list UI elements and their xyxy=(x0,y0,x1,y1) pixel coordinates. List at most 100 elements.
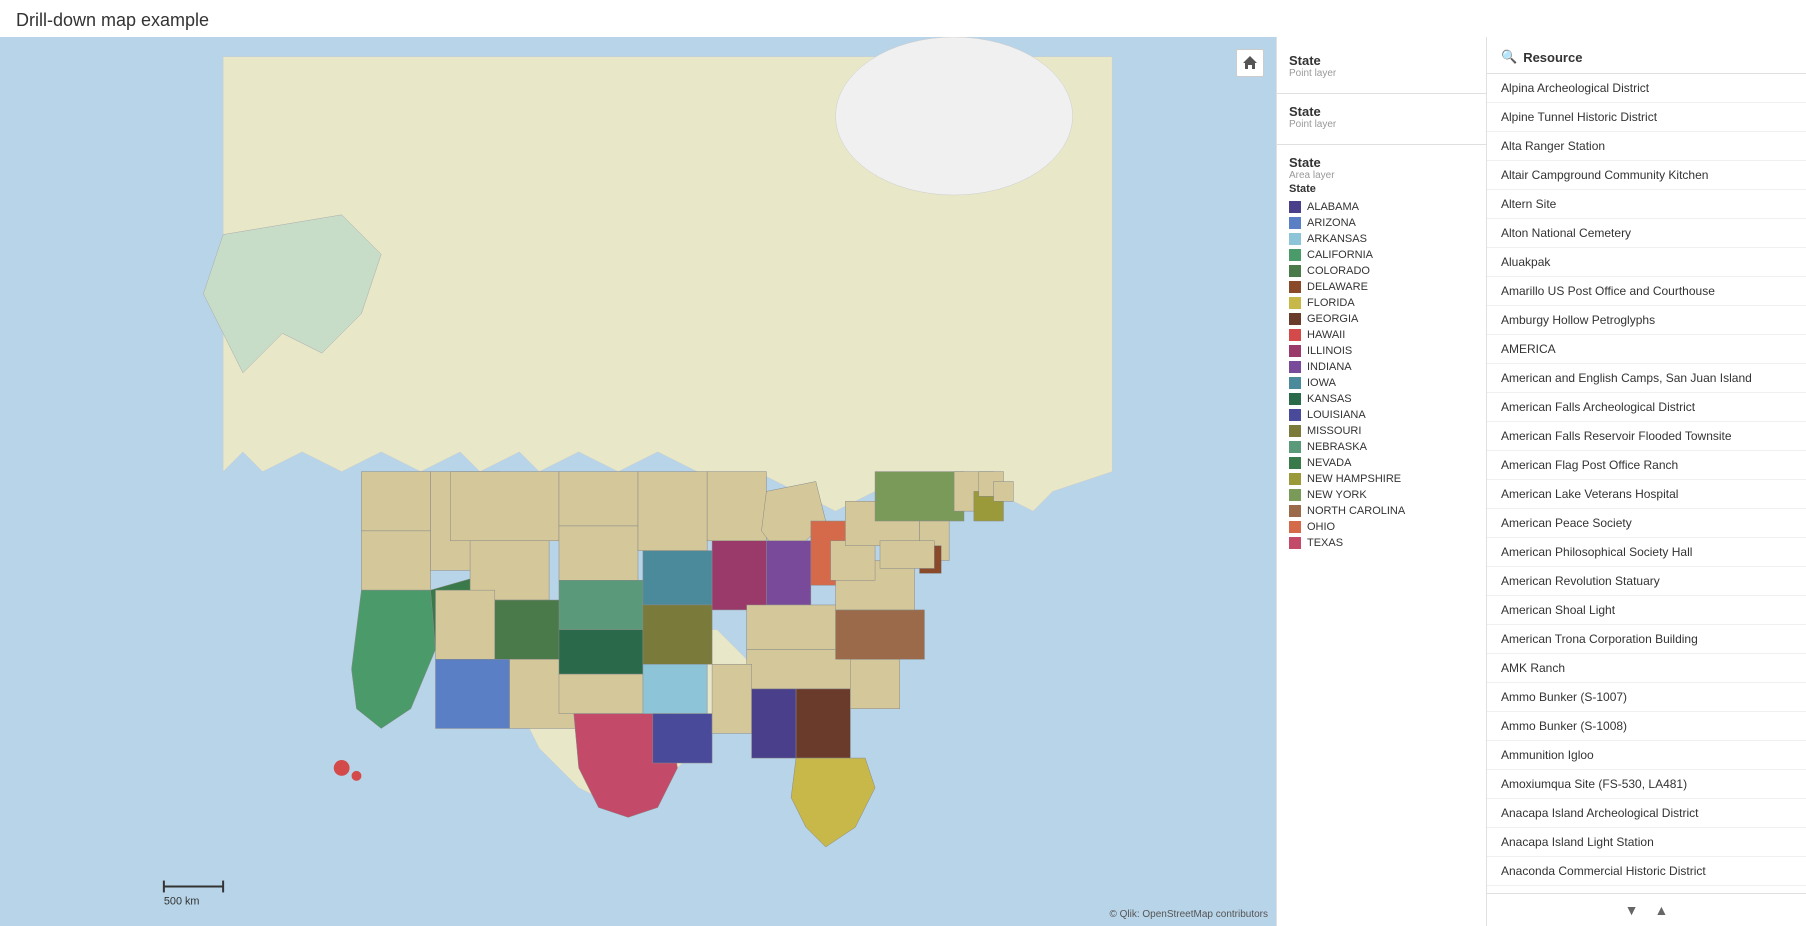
legend-item[interactable]: COLORADO xyxy=(1289,263,1474,279)
legend-panel: State Point layer State Point layer Stat… xyxy=(1276,37,1486,926)
resource-list-item[interactable]: Amarillo US Post Office and Courthouse xyxy=(1487,277,1806,306)
legend-color-swatch xyxy=(1289,329,1301,341)
legend-item[interactable]: LOUISIANA xyxy=(1289,407,1474,423)
legend-area-layer: State Area layer State ALABAMAARIZONAARK… xyxy=(1277,149,1486,557)
resource-list-item[interactable]: American Trona Corporation Building xyxy=(1487,625,1806,654)
legend-item[interactable]: NEBRASKA xyxy=(1289,439,1474,455)
legend-item[interactable]: ARKANSAS xyxy=(1289,231,1474,247)
resource-list-item[interactable]: American Flag Post Office Ranch xyxy=(1487,451,1806,480)
legend-point-layer-2: State Point layer xyxy=(1277,98,1486,140)
legend-item[interactable]: KANSAS xyxy=(1289,391,1474,407)
legend-item[interactable]: FLORIDA xyxy=(1289,295,1474,311)
legend-item-label: TEXAS xyxy=(1307,537,1343,549)
legend-color-swatch xyxy=(1289,505,1301,517)
legend-color-swatch xyxy=(1289,345,1301,357)
resource-list[interactable]: Alpina Archeological DistrictAlpine Tunn… xyxy=(1487,74,1806,893)
main-content: 500 km © Qlik: OpenStreetMap contributor… xyxy=(0,37,1806,926)
resource-header-title: Resource xyxy=(1523,50,1582,65)
legend-item-label: COLORADO xyxy=(1307,265,1370,277)
resource-list-item[interactable]: American Philosophical Society Hall xyxy=(1487,538,1806,567)
scroll-down-button[interactable]: ▼ xyxy=(1621,900,1643,920)
resource-list-item[interactable]: Aluakpak xyxy=(1487,248,1806,277)
resource-list-item[interactable]: Ammo Bunker (S-1007) xyxy=(1487,683,1806,712)
resource-list-item[interactable]: Ammo Bunker (S-1008) xyxy=(1487,712,1806,741)
resource-list-item[interactable]: American Revolution Statuary xyxy=(1487,567,1806,596)
map-area[interactable]: 500 km © Qlik: OpenStreetMap contributor… xyxy=(0,37,1276,926)
resource-list-item[interactable]: Alta Ranger Station xyxy=(1487,132,1806,161)
legend-color-swatch xyxy=(1289,265,1301,277)
legend-item[interactable]: DELAWARE xyxy=(1289,279,1474,295)
resource-list-item[interactable]: American Lake Veterans Hospital xyxy=(1487,480,1806,509)
resource-list-item[interactable]: Anaconda Commercial Historic District xyxy=(1487,857,1806,886)
resource-list-item[interactable]: American Falls Archeological District xyxy=(1487,393,1806,422)
legend-item-label: FLORIDA xyxy=(1307,297,1355,309)
search-icon: 🔍 xyxy=(1501,49,1517,65)
scroll-up-button[interactable]: ▲ xyxy=(1651,900,1673,920)
resource-list-item[interactable]: Altern Site xyxy=(1487,190,1806,219)
resource-list-item[interactable]: American Shoal Light xyxy=(1487,596,1806,625)
resource-header: 🔍 Resource xyxy=(1487,37,1806,74)
resource-list-item[interactable]: American Peace Society xyxy=(1487,509,1806,538)
legend-item[interactable]: HAWAII xyxy=(1289,327,1474,343)
resource-list-item[interactable]: Amoxiumqua Site (FS-530, LA481) xyxy=(1487,770,1806,799)
legend-item[interactable]: ARIZONA xyxy=(1289,215,1474,231)
legend-item[interactable]: CALIFORNIA xyxy=(1289,247,1474,263)
legend-item[interactable]: IOWA xyxy=(1289,375,1474,391)
legend-item-label: DELAWARE xyxy=(1307,281,1368,293)
svg-text:500 km: 500 km xyxy=(164,895,200,907)
legend-color-swatch xyxy=(1289,457,1301,469)
legend-items-list: ALABAMA ARIZONA ARKANSAS CALIFORNIA COLORADO… xyxy=(1289,199,1474,551)
legend-color-swatch xyxy=(1289,393,1301,405)
legend-item-label: GEORGIA xyxy=(1307,313,1358,325)
legend-item-label: NEVADA xyxy=(1307,457,1351,469)
legend-color-swatch xyxy=(1289,313,1301,325)
resource-list-item[interactable]: Alton National Cemetery xyxy=(1487,219,1806,248)
resource-list-item[interactable]: Alpine Tunnel Historic District xyxy=(1487,103,1806,132)
page-title: Drill-down map example xyxy=(0,0,1806,37)
resource-list-item[interactable]: AMERICA xyxy=(1487,335,1806,364)
legend-item[interactable]: ALABAMA xyxy=(1289,199,1474,215)
legend-color-swatch xyxy=(1289,441,1301,453)
legend-item[interactable]: GEORGIA xyxy=(1289,311,1474,327)
legend-item-label: ARKANSAS xyxy=(1307,233,1367,245)
legend-color-swatch xyxy=(1289,297,1301,309)
resource-list-item[interactable]: Alpina Archeological District xyxy=(1487,74,1806,103)
legend-point-layer-1: State Point layer xyxy=(1277,47,1486,89)
legend-item[interactable]: OHIO xyxy=(1289,519,1474,535)
map-attribution: © Qlik: OpenStreetMap contributors xyxy=(1109,909,1268,920)
legend-item[interactable]: MISSOURI xyxy=(1289,423,1474,439)
legend-item[interactable]: ILLINOIS xyxy=(1289,343,1474,359)
legend-area-state-label: State xyxy=(1289,183,1474,195)
legend-color-swatch xyxy=(1289,489,1301,501)
legend-item[interactable]: NEVADA xyxy=(1289,455,1474,471)
home-button[interactable] xyxy=(1236,49,1264,77)
resource-list-item[interactable]: AMK Ranch xyxy=(1487,654,1806,683)
legend-color-swatch xyxy=(1289,281,1301,293)
legend-point-subtitle-1: Point layer xyxy=(1289,68,1474,79)
legend-color-swatch xyxy=(1289,249,1301,261)
legend-color-swatch xyxy=(1289,425,1301,437)
app-container: Drill-down map example xyxy=(0,0,1806,926)
legend-item-label: NEW YORK xyxy=(1307,489,1367,501)
resource-list-item[interactable]: Amburgy Hollow Petroglyphs xyxy=(1487,306,1806,335)
legend-item[interactable]: TEXAS xyxy=(1289,535,1474,551)
legend-point-subtitle-2: Point layer xyxy=(1289,119,1474,130)
resource-panel: 🔍 Resource Alpina Archeological District… xyxy=(1486,37,1806,926)
legend-color-swatch xyxy=(1289,377,1301,389)
legend-color-swatch xyxy=(1289,217,1301,229)
resource-list-item[interactable]: Anacapa Island Archeological District xyxy=(1487,799,1806,828)
legend-item-label: MISSOURI xyxy=(1307,425,1361,437)
resource-list-item[interactable]: Ammunition Igloo xyxy=(1487,741,1806,770)
legend-item[interactable]: NEW HAMPSHIRE xyxy=(1289,471,1474,487)
legend-item-label: ILLINOIS xyxy=(1307,345,1352,357)
legend-item-label: NEBRASKA xyxy=(1307,441,1367,453)
legend-item[interactable]: NEW YORK xyxy=(1289,487,1474,503)
legend-item[interactable]: NORTH CAROLINA xyxy=(1289,503,1474,519)
resource-list-item[interactable]: American Falls Reservoir Flooded Townsit… xyxy=(1487,422,1806,451)
legend-item-label: ALABAMA xyxy=(1307,201,1359,213)
resource-list-item[interactable]: Anacapa Island Light Station xyxy=(1487,828,1806,857)
legend-item-label: ARIZONA xyxy=(1307,217,1356,229)
legend-item[interactable]: INDIANA xyxy=(1289,359,1474,375)
resource-list-item[interactable]: American and English Camps, San Juan Isl… xyxy=(1487,364,1806,393)
resource-list-item[interactable]: Altair Campground Community Kitchen xyxy=(1487,161,1806,190)
